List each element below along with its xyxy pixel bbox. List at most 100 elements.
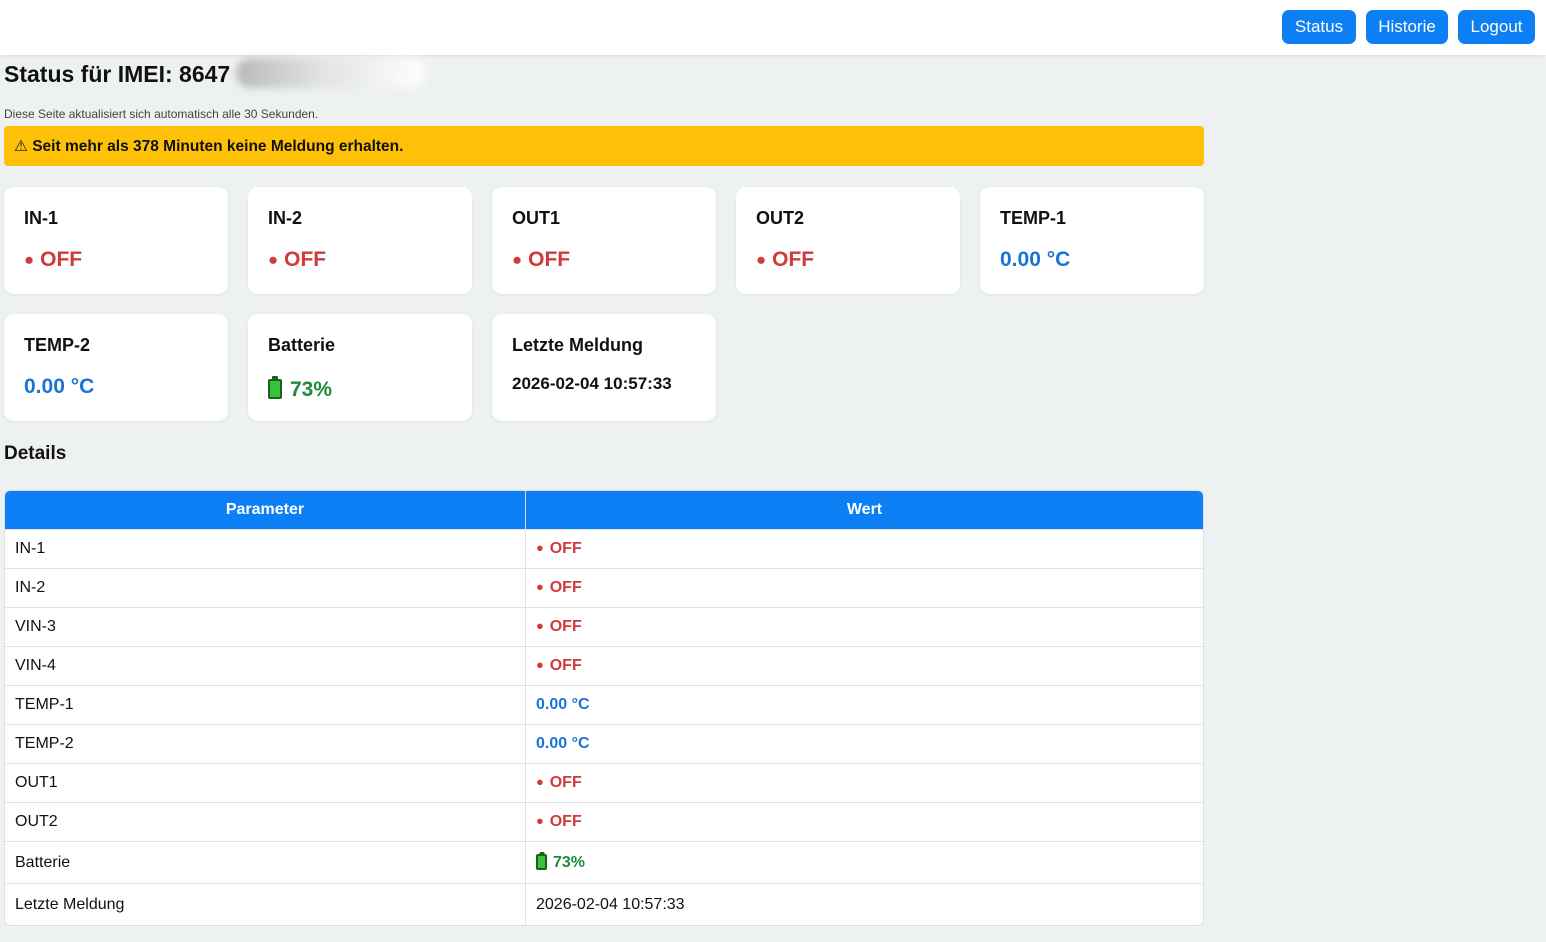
value-text: 0.00 °C bbox=[1000, 248, 1071, 271]
value-text: 0.00 °C bbox=[536, 735, 590, 752]
red-dot-icon: ● bbox=[536, 579, 544, 594]
parameter-cell: IN-1 bbox=[5, 529, 526, 568]
details-heading: Details bbox=[4, 443, 67, 464]
table-row: Batterie 73% bbox=[5, 841, 1203, 883]
value-text: OFF bbox=[549, 657, 582, 674]
card-value: ● OFF bbox=[512, 248, 570, 272]
parameter-cell: TEMP-2 bbox=[5, 724, 526, 763]
parameter-cell: Letzte Meldung bbox=[5, 883, 526, 925]
parameter-cell: IN-2 bbox=[5, 568, 526, 607]
value-cell: ● OFF bbox=[526, 802, 1203, 841]
card-label: OUT2 bbox=[756, 208, 805, 228]
red-dot-icon: ● bbox=[536, 618, 544, 633]
table-row: IN-2 ● OFF bbox=[5, 568, 1203, 607]
value-text: OFF bbox=[772, 248, 815, 271]
red-dot-icon: ● bbox=[536, 657, 544, 672]
value-cell: 73% bbox=[526, 841, 1203, 883]
value-text: OFF bbox=[284, 248, 327, 271]
value-text: OFF bbox=[549, 540, 582, 557]
value-content: 0.00 °C bbox=[536, 696, 590, 713]
value-text: 73% bbox=[290, 378, 333, 401]
card-label: IN-1 bbox=[24, 208, 59, 228]
parameter-cell: OUT1 bbox=[5, 763, 526, 802]
card-label: TEMP-2 bbox=[24, 335, 91, 355]
card-label: Letzte Meldung bbox=[512, 335, 643, 355]
no-message-warning-banner: ⚠ Seit mehr als 378 Minuten keine Meldun… bbox=[4, 126, 1204, 166]
warning-icon: ⚠ bbox=[14, 138, 28, 155]
logout-button[interactable]: Logout bbox=[1458, 10, 1535, 44]
value-text: OFF bbox=[549, 774, 582, 791]
page-title-text: Status für IMEI: 8647 bbox=[4, 61, 231, 87]
warning-text: Seit mehr als 378 Minuten keine Meldung … bbox=[32, 138, 404, 155]
red-dot-icon: ● bbox=[268, 250, 279, 269]
value-cell: ● OFF bbox=[526, 646, 1203, 685]
battery-icon bbox=[268, 379, 282, 399]
value-cell: ● OFF bbox=[526, 568, 1203, 607]
value-text: 0.00 °C bbox=[24, 375, 95, 398]
card-label: Batterie bbox=[268, 335, 336, 355]
parameter-cell: VIN-4 bbox=[5, 646, 526, 685]
value-text: 0.00 °C bbox=[536, 696, 590, 713]
table-row: VIN-4 ● OFF bbox=[5, 646, 1203, 685]
value-cell: 2026-02-04 10:57:33 bbox=[526, 883, 1203, 925]
value-text: 73% bbox=[553, 853, 586, 871]
redacted-imei-blur bbox=[236, 58, 427, 88]
red-dot-icon: ● bbox=[24, 250, 35, 269]
red-dot-icon: ● bbox=[536, 774, 544, 789]
column-header-parameter: Parameter bbox=[5, 491, 526, 529]
details-table: Parameter Wert IN-1 ● OFF IN-2 ● OFF VIN-3 ● OFF… bbox=[4, 490, 1204, 926]
status-card-temp-1: TEMP-1 0.00 °C bbox=[980, 187, 1204, 294]
red-dot-icon: ● bbox=[756, 250, 767, 269]
value-content: ● OFF bbox=[536, 579, 582, 596]
parameter-cell: Batterie bbox=[5, 841, 526, 883]
value-text: OFF bbox=[40, 248, 83, 271]
value-content: 0.00 °C bbox=[536, 735, 590, 752]
battery-icon bbox=[536, 853, 547, 870]
red-dot-icon: ● bbox=[536, 813, 544, 828]
value-text: OFF bbox=[549, 813, 582, 830]
card-label: OUT1 bbox=[512, 208, 561, 228]
value-text: 2026-02-04 10:57:33 bbox=[512, 374, 672, 393]
table-row: VIN-3 ● OFF bbox=[5, 607, 1203, 646]
value-content: ● OFF bbox=[536, 618, 582, 635]
value-content: 73% bbox=[536, 853, 586, 871]
table-row: Letzte Meldung 2026-02-04 10:57:33 bbox=[5, 883, 1203, 925]
card-label: TEMP-1 bbox=[1000, 208, 1067, 228]
value-cell: ● OFF bbox=[526, 607, 1203, 646]
value-content: ● OFF bbox=[536, 774, 582, 791]
status-card-batterie: Batterie 73% bbox=[248, 314, 472, 421]
value-content: ● OFF bbox=[536, 813, 582, 830]
value-cell: 0.00 °C bbox=[526, 685, 1203, 724]
status-card-temp-2: TEMP-2 0.00 °C bbox=[4, 314, 228, 421]
red-dot-icon: ● bbox=[536, 540, 544, 555]
table-row: TEMP-1 0.00 °C bbox=[5, 685, 1203, 724]
table-row: OUT1 ● OFF bbox=[5, 763, 1203, 802]
card-value: 0.00 °C bbox=[1000, 248, 1070, 272]
value-text: 2026-02-04 10:57:33 bbox=[536, 895, 685, 913]
history-button[interactable]: Historie bbox=[1366, 10, 1448, 44]
card-value: 2026-02-04 10:57:33 bbox=[512, 374, 672, 394]
status-card-out1: OUT1 ● OFF bbox=[492, 187, 716, 294]
value-text: OFF bbox=[528, 248, 571, 271]
table-row: IN-1 ● OFF bbox=[5, 529, 1203, 568]
top-navigation-bar: Status Historie Logout bbox=[0, 0, 1546, 55]
card-value: ● OFF bbox=[756, 248, 814, 272]
parameter-cell: VIN-3 bbox=[5, 607, 526, 646]
auto-refresh-note: Diese Seite aktualisiert sich automatisc… bbox=[4, 107, 319, 121]
parameter-cell: OUT2 bbox=[5, 802, 526, 841]
status-button[interactable]: Status bbox=[1282, 10, 1356, 44]
status-card-in-1: IN-1 ● OFF bbox=[4, 187, 228, 294]
red-dot-icon: ● bbox=[512, 250, 523, 269]
status-card-in-2: IN-2 ● OFF bbox=[248, 187, 472, 294]
card-value: 73% bbox=[268, 378, 332, 402]
value-content: 2026-02-04 10:57:33 bbox=[536, 896, 685, 913]
status-card-out2: OUT2 ● OFF bbox=[736, 187, 960, 294]
table-row: TEMP-2 0.00 °C bbox=[5, 724, 1203, 763]
value-content: ● OFF bbox=[536, 657, 582, 674]
card-label: IN-2 bbox=[268, 208, 303, 228]
card-value: 0.00 °C bbox=[24, 375, 94, 399]
card-value: ● OFF bbox=[268, 248, 326, 272]
status-card-letzte-meldung: Letzte Meldung 2026-02-04 10:57:33 bbox=[492, 314, 716, 421]
card-value: ● OFF bbox=[24, 248, 82, 272]
parameter-cell: TEMP-1 bbox=[5, 685, 526, 724]
